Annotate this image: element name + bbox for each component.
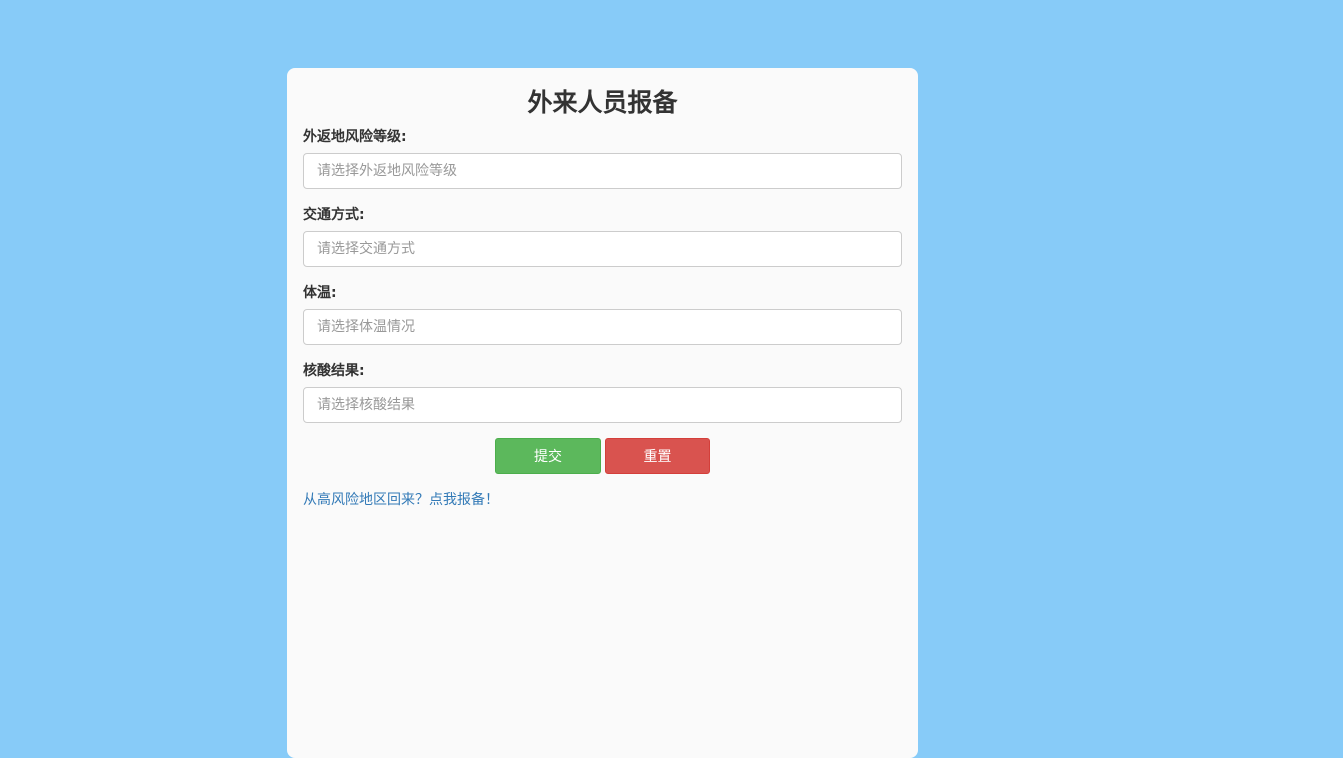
transport-label: 交通方式: — [303, 207, 365, 223]
temperature-label: 体温: — [303, 285, 337, 301]
form-title: 外来人员报备 — [527, 88, 678, 117]
field-nucleic-acid: 核酸结果: — [303, 361, 902, 423]
submit-button[interactable]: 提交 — [495, 438, 601, 474]
field-transport: 交通方式: — [303, 205, 902, 267]
high-risk-report-link[interactable]: 从高风险地区回来？点我报备！ — [303, 490, 499, 510]
field-temperature: 体温: — [303, 283, 902, 345]
nucleic-acid-input[interactable] — [303, 387, 902, 423]
risk-level-input[interactable] — [303, 153, 902, 189]
transport-input[interactable] — [303, 231, 902, 267]
report-form-card: 外来人员报备 外返地风险等级: 交通方式: 体温: 核酸结果: 提交 重置 从高… — [287, 68, 918, 758]
form-actions: 提交 重置 — [303, 438, 902, 474]
temperature-input[interactable] — [303, 309, 902, 345]
field-risk-level: 外返地风险等级: — [303, 127, 902, 189]
nucleic-acid-label: 核酸结果: — [303, 363, 365, 379]
reset-button[interactable]: 重置 — [605, 438, 710, 474]
risk-level-label: 外返地风险等级: — [303, 129, 407, 145]
